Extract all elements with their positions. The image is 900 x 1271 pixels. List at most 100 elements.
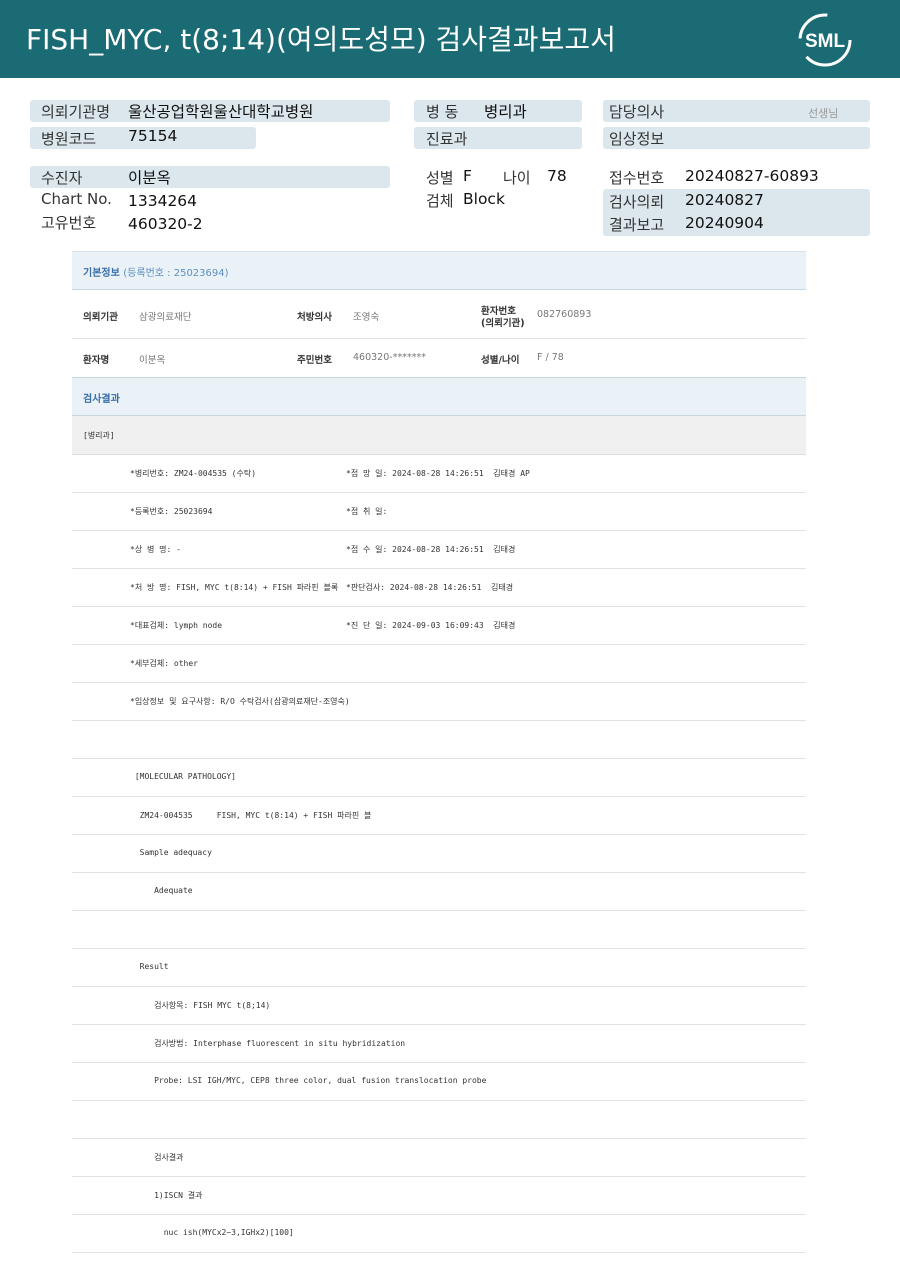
sml-logo: SML: [796, 12, 854, 68]
report-body: 기본정보 (등록번호 : 25023694) 의뢰기관 삼광의료재단 처방의사 …: [72, 251, 806, 1253]
result-line-text: *등록번호: 25023694: [130, 507, 213, 516]
result-line: *세부검체: other: [72, 645, 806, 683]
patient-no-val: 082760893: [537, 309, 592, 320]
patient-row-bg: [30, 166, 390, 188]
report-title: FISH_MYC, t(8;14)(여의도성모) 검사결과보고서: [26, 23, 616, 56]
sex-value: F: [463, 167, 472, 185]
result-line-text: *병리번호: ZM24-004535 (수탁): [130, 469, 257, 478]
org-val: 삼광의료재단: [139, 312, 192, 323]
result-line: 1)ISCN 결과: [72, 1177, 806, 1215]
receipt-label: 접수번호: [609, 169, 665, 187]
result-line: *상 병 명: - *접 수 일: 2024-08-28 14:26:51 김태경: [72, 531, 806, 569]
result-line: *등록번호: 25023694 *접 취 일:: [72, 493, 806, 531]
dept-label: 진료과: [426, 130, 468, 148]
result-line: *처 방 명: FISH, MYC t(8:14) + FISH 파라핀 블록 *…: [72, 569, 806, 607]
basic-info-row-1: 의뢰기관 삼광의료재단 처방의사 조영숙 환자번호 (의뢰기관) 0827608…: [72, 290, 806, 339]
dept-tag-row: [병리과]: [72, 416, 806, 455]
result-line-text: 검사결과: [130, 1153, 184, 1162]
patient-value: 이분옥: [128, 169, 171, 187]
result-line: 검사방법: Interphase fluorescent in situ hyb…: [72, 1025, 806, 1063]
id-label: 고유번호: [41, 214, 97, 232]
result-line-text: *임상정보 및 요구사항: R/O 수탁검사(삼광의료재단-조영숙): [130, 697, 350, 706]
sexage-val: F / 78: [537, 352, 564, 363]
report-banner: FISH_MYC, t(8;14)(여의도성모) 검사결과보고서 SML: [0, 0, 900, 78]
result-line: Sample adequacy: [72, 835, 806, 873]
age-value: 78: [547, 167, 567, 185]
sexage-key: 성별/나이: [481, 355, 520, 366]
result-line: 검사결과: [72, 1139, 806, 1177]
result-line: *대표검체: lymph node *진 단 일: 2024-09-03 16:0…: [72, 607, 806, 645]
result-line-text: Sample adequacy: [130, 848, 212, 857]
result-line: nuc ish(MYCx2~3,IGHx2)[100]: [72, 1215, 806, 1253]
code-label: 병원코드: [41, 130, 97, 148]
result-line: *병리번호: ZM24-004535 (수탁) *접 망 일: 2024-08-2…: [72, 455, 806, 493]
doctor-val: 조영숙: [353, 312, 380, 323]
org-value: 울산공업학원울산대학교병원: [128, 103, 314, 121]
rrn-val: 460320-*******: [353, 352, 426, 363]
org-label: 의뢰기관명: [41, 103, 111, 121]
result-line-text: ZM24-004535 FISH, MYC t(8:14) + FISH 파라핀…: [130, 811, 372, 820]
result-line-text: Result: [130, 962, 169, 971]
result-line-text: 1)ISCN 결과: [130, 1191, 203, 1200]
result-line-right: *진 단 일: 2024-09-03 16:09:43 김태경: [346, 621, 516, 630]
specimen-value: Block: [463, 190, 505, 208]
request-label: 검사의뢰: [609, 193, 665, 211]
chart-label: Chart No.: [41, 190, 112, 208]
results-title: 검사결과: [83, 394, 120, 405]
result-lines: *병리번호: ZM24-004535 (수탁) *접 망 일: 2024-08-2…: [72, 455, 806, 1253]
sex-label: 성별: [426, 169, 454, 187]
basic-info-header: 기본정보 (등록번호 : 25023694): [72, 251, 806, 290]
result-line-text: *처 방 명: FISH, MYC t(8:14) + FISH 파라핀 블록: [130, 583, 339, 592]
result-line-text: Adequate: [130, 886, 193, 895]
age-label: 나이: [503, 169, 531, 187]
code-value: 75154: [128, 127, 178, 145]
specimen-label: 검체: [426, 192, 454, 210]
result-line: Result: [72, 949, 806, 987]
results-header: 검사결과: [72, 378, 806, 416]
result-line: [72, 721, 806, 759]
result-value: 20240904: [685, 214, 764, 232]
result-line: [72, 911, 806, 949]
result-line-right: *접 망 일: 2024-08-28 14:26:51 김태경 AP: [346, 469, 530, 478]
name-val: 이분옥: [139, 355, 166, 366]
patient-label: 수진자: [41, 169, 83, 187]
doctor-suffix: 선생님: [808, 107, 839, 120]
patient-no-key-sub: (의뢰기관): [481, 318, 525, 329]
ward-label: 병 동: [426, 103, 459, 121]
doctor-label: 담당의사: [609, 103, 665, 121]
ward-value: 병리과: [484, 103, 527, 121]
result-label: 결과보고: [609, 216, 665, 234]
result-line: 검사항목: FISH MYC t(8;14): [72, 987, 806, 1025]
clinical-label: 임상정보: [609, 130, 665, 148]
result-line-text: 검사방법: Interphase fluorescent in situ hyb…: [130, 1039, 406, 1048]
basic-info-title: 기본정보: [83, 268, 120, 279]
registration-number: (등록번호 : 25023694): [123, 268, 229, 279]
result-line-text: nuc ish(MYCx2~3,IGHx2)[100]: [130, 1228, 294, 1237]
result-line-text: 검사항목: FISH MYC t(8;14): [130, 1001, 271, 1010]
logo-text: SML: [805, 31, 846, 52]
result-line-text: [MOLECULAR PATHOLOGY]: [130, 772, 236, 781]
rrn-key: 주민번호: [297, 355, 332, 366]
result-line: *임상정보 및 요구사항: R/O 수탁검사(삼광의료재단-조영숙): [72, 683, 806, 721]
result-line-text: Probe: LSI IGH/MYC, CEP8 three color, du…: [130, 1076, 487, 1085]
request-value: 20240827: [685, 191, 764, 209]
result-line-text: *대표검체: lymph node: [130, 621, 223, 630]
name-key: 환자명: [83, 355, 110, 366]
basic-info-row-2: 환자명 이분옥 주민번호 460320-******* 성별/나이 F / 78: [72, 339, 806, 378]
result-line-text: *세부검체: other: [130, 659, 198, 668]
result-line-text: *상 병 명: -: [130, 545, 181, 554]
result-line: Adequate: [72, 873, 806, 911]
doctor-key: 처방의사: [297, 312, 332, 323]
result-line-right: *접 취 일:: [346, 507, 388, 516]
result-line-right: *판단검사: 2024-08-28 14:26:51 김태경: [346, 583, 514, 592]
chart-value: 1334264: [128, 192, 198, 210]
id-value: 460320-2: [128, 215, 203, 233]
dept-tag: [병리과]: [83, 431, 115, 440]
result-line: [72, 1101, 806, 1139]
receipt-value: 20240827-60893: [685, 167, 819, 185]
result-line: Probe: LSI IGH/MYC, CEP8 three color, du…: [72, 1063, 806, 1101]
result-line-right: *접 수 일: 2024-08-28 14:26:51 김태경: [346, 545, 516, 554]
result-line: [MOLECULAR PATHOLOGY]: [72, 759, 806, 797]
org-key: 의뢰기관: [83, 312, 118, 323]
result-line: ZM24-004535 FISH, MYC t(8:14) + FISH 파라핀…: [72, 797, 806, 835]
